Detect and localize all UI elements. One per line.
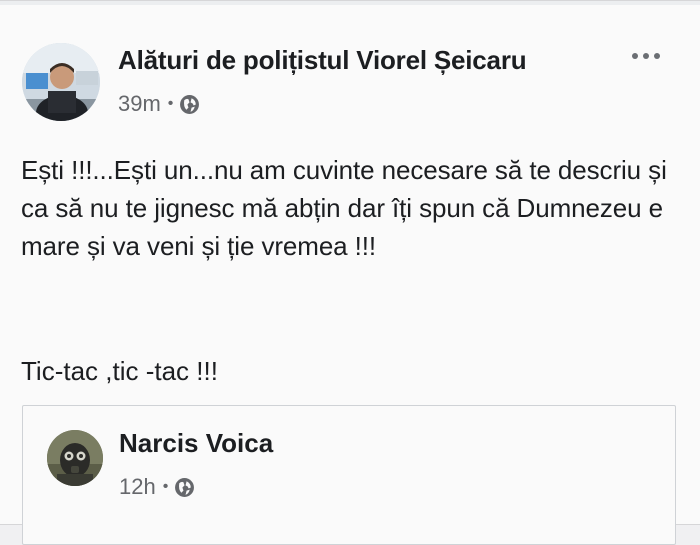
post-timestamp[interactable]: 39m — [118, 91, 161, 117]
meta-separator: • — [162, 478, 169, 495]
shared-timestamp[interactable]: 12h — [119, 474, 156, 500]
author-avatar-image — [22, 43, 100, 121]
shared-author-avatar[interactable] — [47, 430, 103, 486]
facebook-post: Alături de polițistul Viorel Șeicaru 39m… — [0, 0, 700, 545]
more-dot — [654, 53, 660, 59]
post-author-name[interactable]: Alături de polițistul Viorel Șeicaru — [118, 45, 527, 76]
more-dot — [643, 53, 649, 59]
shared-post-meta: 12h • — [119, 474, 195, 500]
globe-icon[interactable] — [174, 477, 195, 498]
meta-separator: • — [167, 95, 174, 112]
author-avatar[interactable] — [22, 43, 100, 121]
globe-icon[interactable] — [179, 94, 200, 115]
shared-author-name[interactable]: Narcis Voica — [119, 428, 273, 459]
shared-avatar-image — [47, 430, 103, 486]
post-text-second: Tic-tac ,tic -tac !!! — [21, 356, 218, 386]
post-meta: 39m • — [118, 91, 200, 117]
more-dot — [632, 53, 638, 59]
more-options-icon[interactable] — [628, 47, 664, 65]
shared-post-card[interactable]: Narcis Voica 12h • — [22, 405, 676, 545]
post-text: Ești !!!...Ești un...nu am cuvinte neces… — [21, 155, 667, 261]
